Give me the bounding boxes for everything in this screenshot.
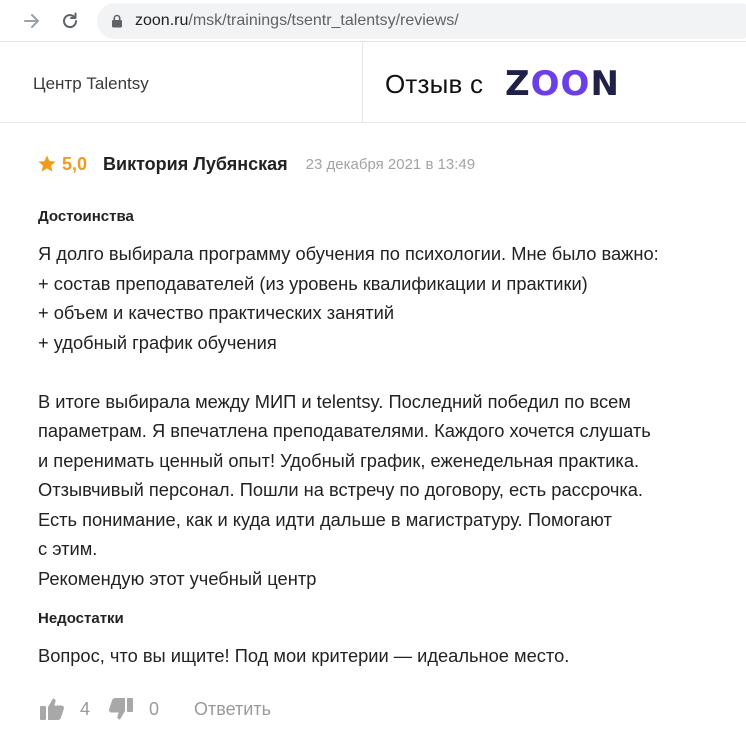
organization-name[interactable]: Центр Talentsy bbox=[33, 74, 149, 94]
reply-button[interactable]: Ответить bbox=[194, 699, 271, 720]
rating-value: 5,0 bbox=[62, 153, 88, 174]
cons-title: Недостатки bbox=[38, 610, 124, 627]
reload-icon bbox=[63, 12, 78, 29]
url-text: zoon.ru/msk/trainings/tsentr_talentsy/re… bbox=[135, 12, 459, 30]
review-meta: 5,0 Виктория Лубянская 23 декабря 2021 в… bbox=[37, 152, 475, 176]
review-source-label: Отзыв с bbox=[385, 69, 484, 99]
browser-toolbar: zoon.ru/msk/trainings/tsentr_talentsy/re… bbox=[0, 0, 746, 42]
review-actions: 4 0 Ответить bbox=[38, 694, 271, 724]
author-name[interactable]: Виктория Лубянская bbox=[103, 154, 288, 175]
thumbs-down-icon[interactable] bbox=[107, 695, 135, 723]
forward-button[interactable] bbox=[19, 8, 45, 34]
address-bar[interactable]: zoon.ru/msk/trainings/tsentr_talentsy/re… bbox=[97, 3, 746, 39]
review-header: Центр Talentsy Отзыв с ZOON bbox=[0, 43, 746, 123]
review-date: 23 декабря 2021 в 13:49 bbox=[305, 155, 476, 173]
header-divider bbox=[362, 43, 363, 123]
dislikes-count: 0 bbox=[149, 698, 160, 719]
likes-count: 4 bbox=[80, 698, 91, 719]
reload-button[interactable] bbox=[57, 8, 83, 34]
lock-icon bbox=[112, 14, 122, 28]
url-path: /msk/trainings/tsentr_talentsy/reviews/ bbox=[188, 12, 459, 29]
pros-text: Я долго выбирала программу обучения по п… bbox=[38, 243, 659, 589]
cons-text: Вопрос, что вы ищите! Под мои критерии —… bbox=[38, 645, 570, 666]
arrow-forward-icon bbox=[24, 14, 39, 28]
star-icon bbox=[38, 155, 56, 172]
url-domain: zoon.ru bbox=[135, 12, 189, 29]
pros-title: Достоинства bbox=[38, 208, 134, 225]
zoon-logo: ZOON bbox=[505, 64, 620, 104]
thumbs-up-icon[interactable] bbox=[38, 695, 66, 723]
